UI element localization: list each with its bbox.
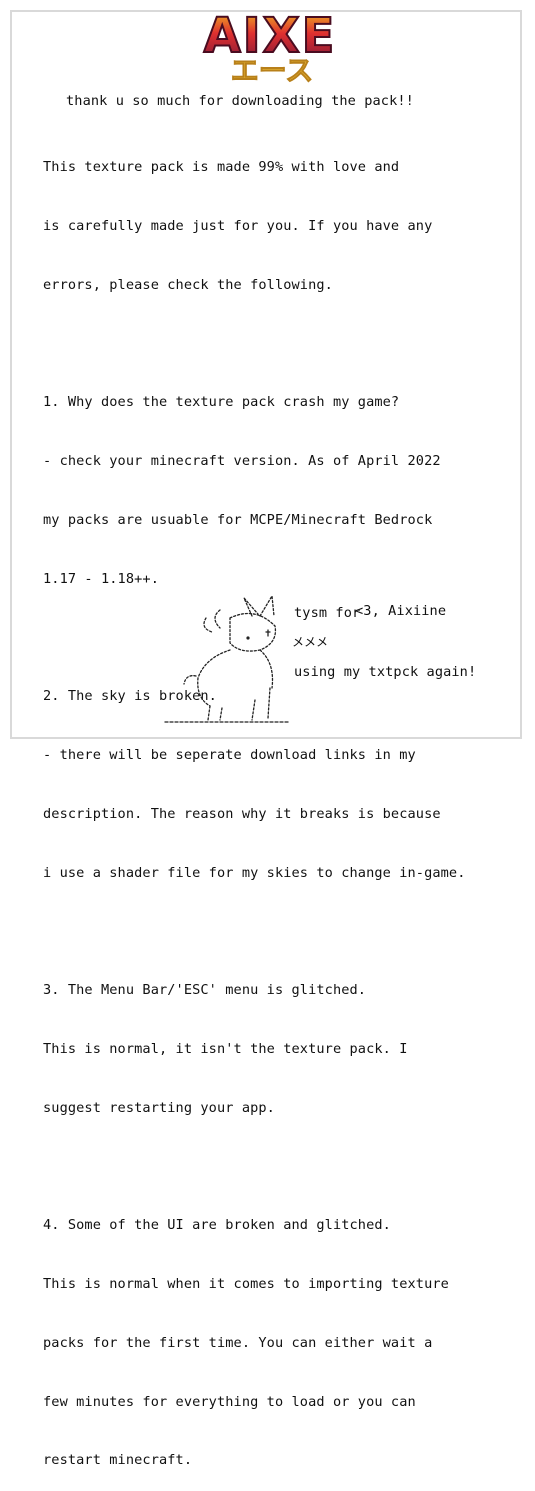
- body-line: ​: [43, 1157, 466, 1177]
- ascii-goat-mascot: メメメ: [164, 593, 328, 723]
- body-line: This is normal when it comes to importin…: [43, 1276, 449, 1293]
- body-line: 4. Some of the UI are broken and glitche…: [43, 1217, 391, 1234]
- body-line: ​: [43, 922, 466, 942]
- body-line: - check your minecraft version. As of Ap…: [43, 453, 441, 470]
- aixe-logo: AIXE エース: [203, 7, 336, 86]
- body-line: few minutes for everything to load or yo…: [43, 1393, 416, 1410]
- body-line: 3. The Menu Bar/'ESC' menu is glitched.: [43, 982, 367, 999]
- body-text: This texture pack is made 99% with love …: [43, 119, 466, 1491]
- body-line: This is normal, it isn't the texture pac…: [43, 1040, 408, 1057]
- body-line: packs for the first time. You can either…: [43, 1334, 433, 1351]
- body-line: ​: [43, 335, 466, 355]
- body-line: my packs are usuable for MCPE/Minecraft …: [43, 511, 433, 528]
- body-line: restart minecraft.: [43, 1452, 193, 1469]
- mascot-label: メメメ: [292, 635, 328, 649]
- body-line: This texture pack is made 99% with love …: [43, 159, 400, 176]
- signature-name: <3, Aixiine: [355, 603, 447, 619]
- body-line: 1. Why does the texture pack crash my ga…: [43, 394, 400, 411]
- body-line: description. The reason why it breaks is…: [43, 805, 441, 822]
- body-line: - there will be seperate download links …: [43, 747, 416, 763]
- body-line: errors, please check the following.: [43, 276, 333, 293]
- body-line: is carefully made just for you. If you h…: [43, 217, 433, 234]
- body-line: i use a shader file for my skies to chan…: [43, 864, 466, 881]
- logo-subtext: エース: [231, 54, 314, 86]
- intro-line: thank u so much for downloading the pack…: [66, 93, 414, 109]
- body-line: suggest restarting your app.: [43, 1099, 275, 1116]
